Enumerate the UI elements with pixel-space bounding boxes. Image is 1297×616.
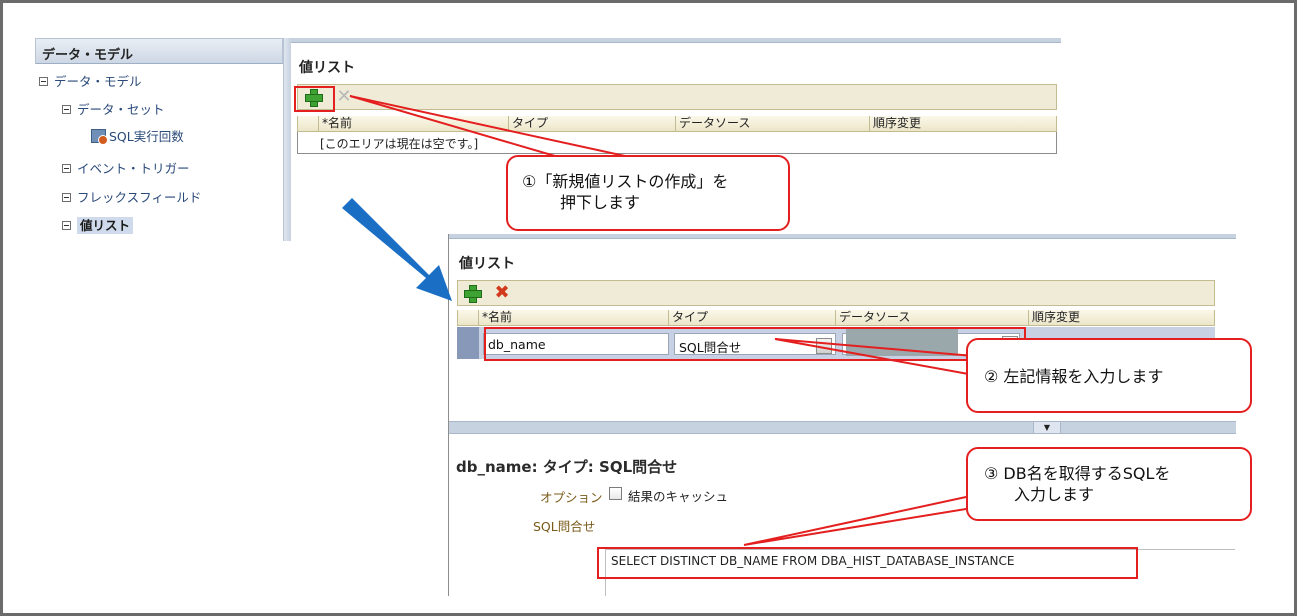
lov-toolbar — [297, 84, 1057, 110]
lov-toolbar — [457, 280, 1215, 306]
empty-message: [このエリアは現在は空です。] — [320, 137, 479, 151]
tree-node-label: データ・モデル — [54, 74, 142, 89]
lov-grid-body: [このエリアは現在は空です。] — [297, 132, 1057, 154]
panel-top-bar — [449, 234, 1236, 239]
sql-query-label: SQL問合せ — [533, 519, 596, 534]
callout-step3: ③ DB名を取得するSQLを 入力します — [966, 447, 1252, 521]
lov-grid-header: *名前 タイプ データソース 順序変更 — [297, 116, 1057, 132]
callout-step1-line1: ①「新規値リストの作成」を — [522, 172, 729, 191]
tree-node-sql-count[interactable]: SQL実行回数 — [91, 126, 184, 145]
collapse-icon[interactable] — [39, 77, 48, 86]
add-lov-icon[interactable] — [463, 284, 482, 303]
highlight-add-button — [294, 86, 335, 112]
grid-row-handle-col — [298, 116, 318, 131]
col-datasource[interactable]: データソース — [675, 116, 869, 131]
tree-node-label: イベント・トリガー — [77, 161, 190, 176]
cache-result-checkbox[interactable] — [609, 487, 622, 500]
tree-node-lov[interactable]: 値リスト — [62, 215, 134, 234]
tree-node-data-set[interactable]: データ・セット — [62, 99, 165, 118]
callout-step3-line1: ③ DB名を取得するSQLを — [984, 464, 1171, 483]
col-reorder[interactable]: 順序変更 — [869, 116, 1057, 131]
lov-grid-header: *名前 タイプ データソース 順序変更 — [457, 310, 1215, 326]
tree-node-label: データ・セット — [77, 102, 165, 117]
detail-title: db_name: タイプ: SQL問合せ — [456, 458, 678, 476]
tree-node-data-model[interactable]: データ・モデル — [39, 71, 142, 90]
delete-lov-icon[interactable]: ✕ — [336, 88, 352, 106]
panel-splitter[interactable] — [283, 38, 291, 241]
callout-step2: ② 左記情報を入力します — [966, 338, 1252, 413]
tree-node-label: フレックスフィールド — [77, 190, 202, 205]
col-name[interactable]: *名前 — [478, 310, 668, 325]
highlight-row-inputs — [484, 327, 1026, 361]
delete-lov-icon[interactable]: ✖ — [494, 284, 510, 302]
option-label: オプション — [540, 490, 603, 505]
tree-node-label: SQL実行回数 — [109, 129, 184, 144]
callout-step1: ①「新規値リストの作成」を 押下します — [506, 155, 790, 231]
collapse-icon[interactable] — [62, 164, 71, 173]
collapse-icon[interactable] — [62, 105, 71, 114]
col-type[interactable]: タイプ — [668, 310, 835, 325]
col-datasource[interactable]: データソース — [835, 310, 1028, 325]
detail-splitter[interactable] — [449, 421, 1236, 434]
collapse-icon[interactable] — [62, 221, 71, 230]
callout-step2-text: ② 左記情報を入力します — [984, 367, 1164, 386]
tree-node-flexfield[interactable]: フレックスフィールド — [62, 187, 201, 206]
col-reorder[interactable]: 順序変更 — [1028, 310, 1215, 325]
sql-dataset-icon — [91, 129, 108, 145]
cache-result-label: 結果のキャッシュ — [628, 489, 729, 504]
row-select-handle[interactable] — [457, 327, 479, 359]
callout-step1-line2: 押下します — [560, 193, 641, 212]
lov-title: 値リスト — [299, 60, 355, 76]
col-name[interactable]: *名前 — [318, 116, 508, 131]
callout-step3-line2: 入力します — [1014, 485, 1095, 504]
tree-header: データ・モデル — [35, 38, 283, 64]
highlight-sql — [597, 547, 1138, 579]
lov-title: 値リスト — [459, 256, 515, 272]
tree-node-event-trigger[interactable]: イベント・トリガー — [62, 158, 190, 177]
collapse-toggle-icon[interactable]: ▼ — [1033, 421, 1061, 434]
panel-top-bar — [291, 38, 1061, 43]
grid-row-handle-col — [458, 310, 478, 325]
collapse-icon[interactable] — [62, 193, 71, 202]
tree-node-label: 値リスト — [77, 217, 134, 234]
col-type[interactable]: タイプ — [508, 116, 675, 131]
